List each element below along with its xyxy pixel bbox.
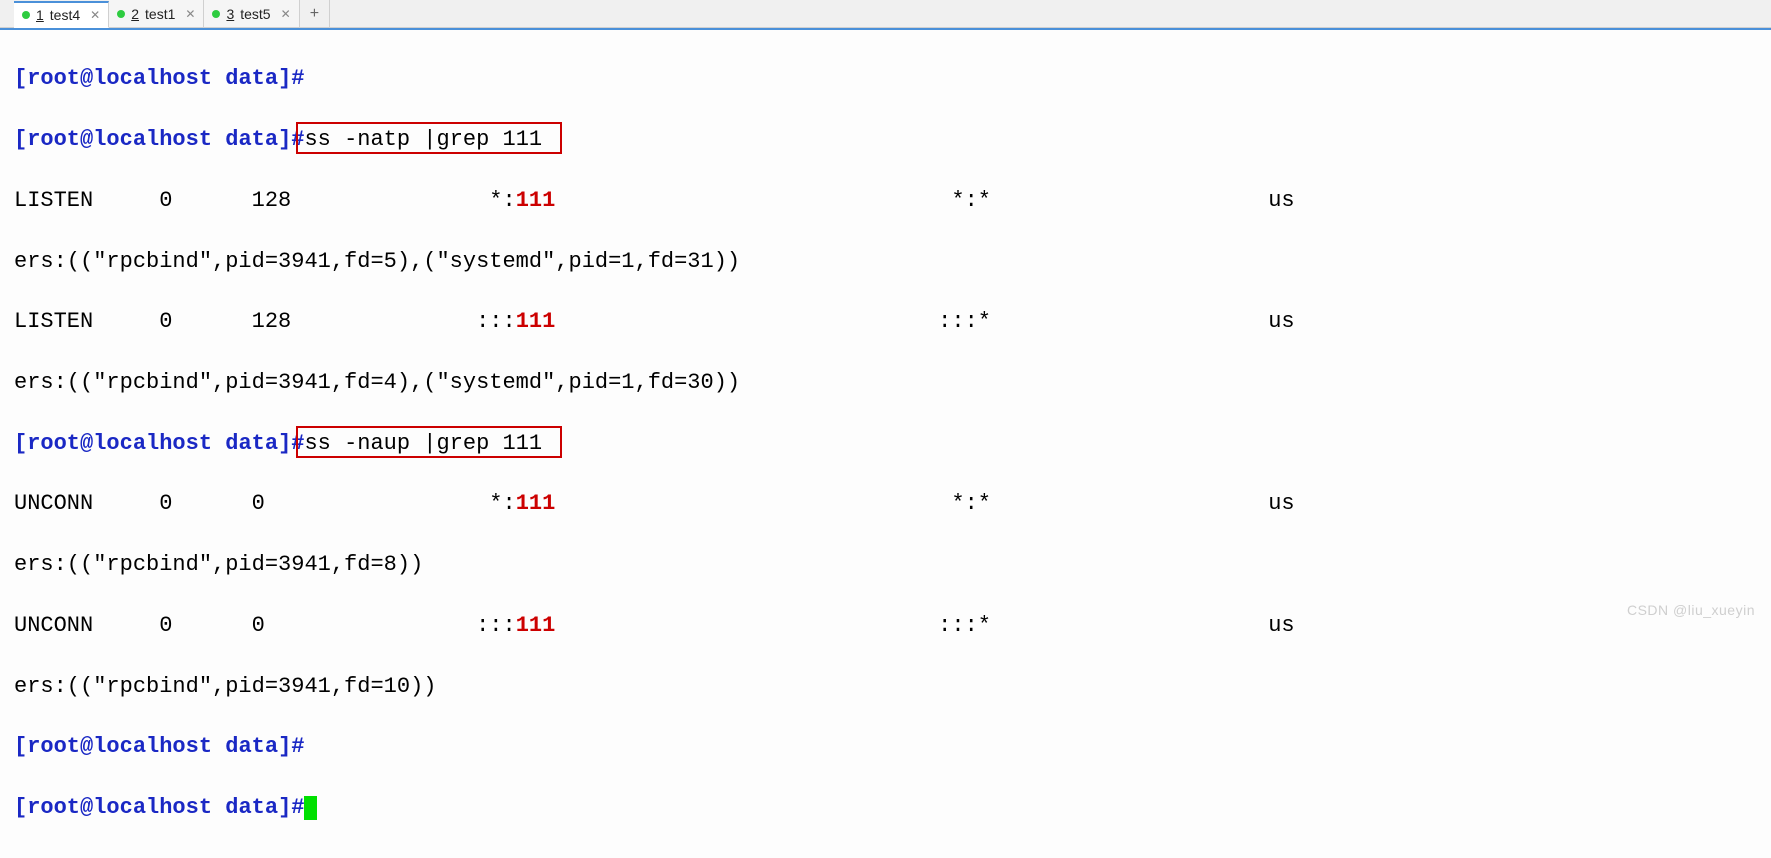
output-line: ers:(("rpcbind",pid=3941,fd=8)) xyxy=(14,550,1767,580)
prompt: [root@localhost data]# xyxy=(14,127,304,152)
tab-bar: 1 test4 ✕ 2 test1 ✕ 3 test5 ✕ + xyxy=(0,0,1771,28)
output-line: ers:(("rpcbind",pid=3941,fd=10)) xyxy=(14,672,1767,702)
close-icon[interactable]: ✕ xyxy=(281,7,291,21)
watermark: CSDN @liu_xueyin xyxy=(1627,602,1755,618)
highlighted-port: 111 xyxy=(516,309,556,334)
command-text: ss -naup |grep 111 xyxy=(304,431,542,456)
tab-name: test5 xyxy=(240,6,270,22)
tab-1[interactable]: 1 test4 ✕ xyxy=(14,1,109,28)
tab-num: 1 xyxy=(36,7,44,23)
add-tab-button[interactable]: + xyxy=(300,0,331,27)
status-dot-icon xyxy=(22,11,30,19)
close-icon[interactable]: ✕ xyxy=(90,8,100,22)
prompt: [root@localhost data]# xyxy=(14,734,304,759)
tab-num: 3 xyxy=(226,6,234,22)
status-dot-icon xyxy=(117,10,125,18)
command-line-2: [root@localhost data]#ss -naup |grep 111 xyxy=(14,429,1767,459)
tab-name: test1 xyxy=(145,6,175,22)
prompt-line: [root@localhost data]# xyxy=(14,732,1767,762)
tab-2[interactable]: 2 test1 ✕ xyxy=(109,0,204,27)
prompt-line-cursor: [root@localhost data]# xyxy=(14,793,1767,823)
prompt-line: [root@localhost data]# xyxy=(14,64,1767,94)
tab-name: test4 xyxy=(50,7,80,23)
command-text: ss -natp |grep 111 xyxy=(304,127,542,152)
output-line: UNCONN 0 0 :::111 :::* us xyxy=(14,611,1767,641)
highlighted-port: 111 xyxy=(516,613,556,638)
command-line-1: [root@localhost data]#ss -natp |grep 111 xyxy=(14,125,1767,155)
prompt: [root@localhost data]# xyxy=(14,66,304,91)
highlighted-port: 111 xyxy=(516,188,556,213)
output-line: ers:(("rpcbind",pid=3941,fd=5),("systemd… xyxy=(14,247,1767,277)
cursor-icon xyxy=(304,796,317,820)
prompt: [root@localhost data]# xyxy=(14,431,304,456)
output-line: ers:(("rpcbind",pid=3941,fd=4),("systemd… xyxy=(14,368,1767,398)
output-line: LISTEN 0 128 *:111 *:* us xyxy=(14,186,1767,216)
close-icon[interactable]: ✕ xyxy=(185,7,195,21)
prompt: [root@localhost data]# xyxy=(14,795,304,820)
terminal-output[interactable]: [root@localhost data]# [root@localhost d… xyxy=(0,28,1771,858)
tab-num: 2 xyxy=(131,6,139,22)
output-line: UNCONN 0 0 *:111 *:* us xyxy=(14,489,1767,519)
tab-3[interactable]: 3 test5 ✕ xyxy=(204,0,299,27)
output-line: LISTEN 0 128 :::111 :::* us xyxy=(14,307,1767,337)
status-dot-icon xyxy=(212,10,220,18)
highlighted-port: 111 xyxy=(516,491,556,516)
